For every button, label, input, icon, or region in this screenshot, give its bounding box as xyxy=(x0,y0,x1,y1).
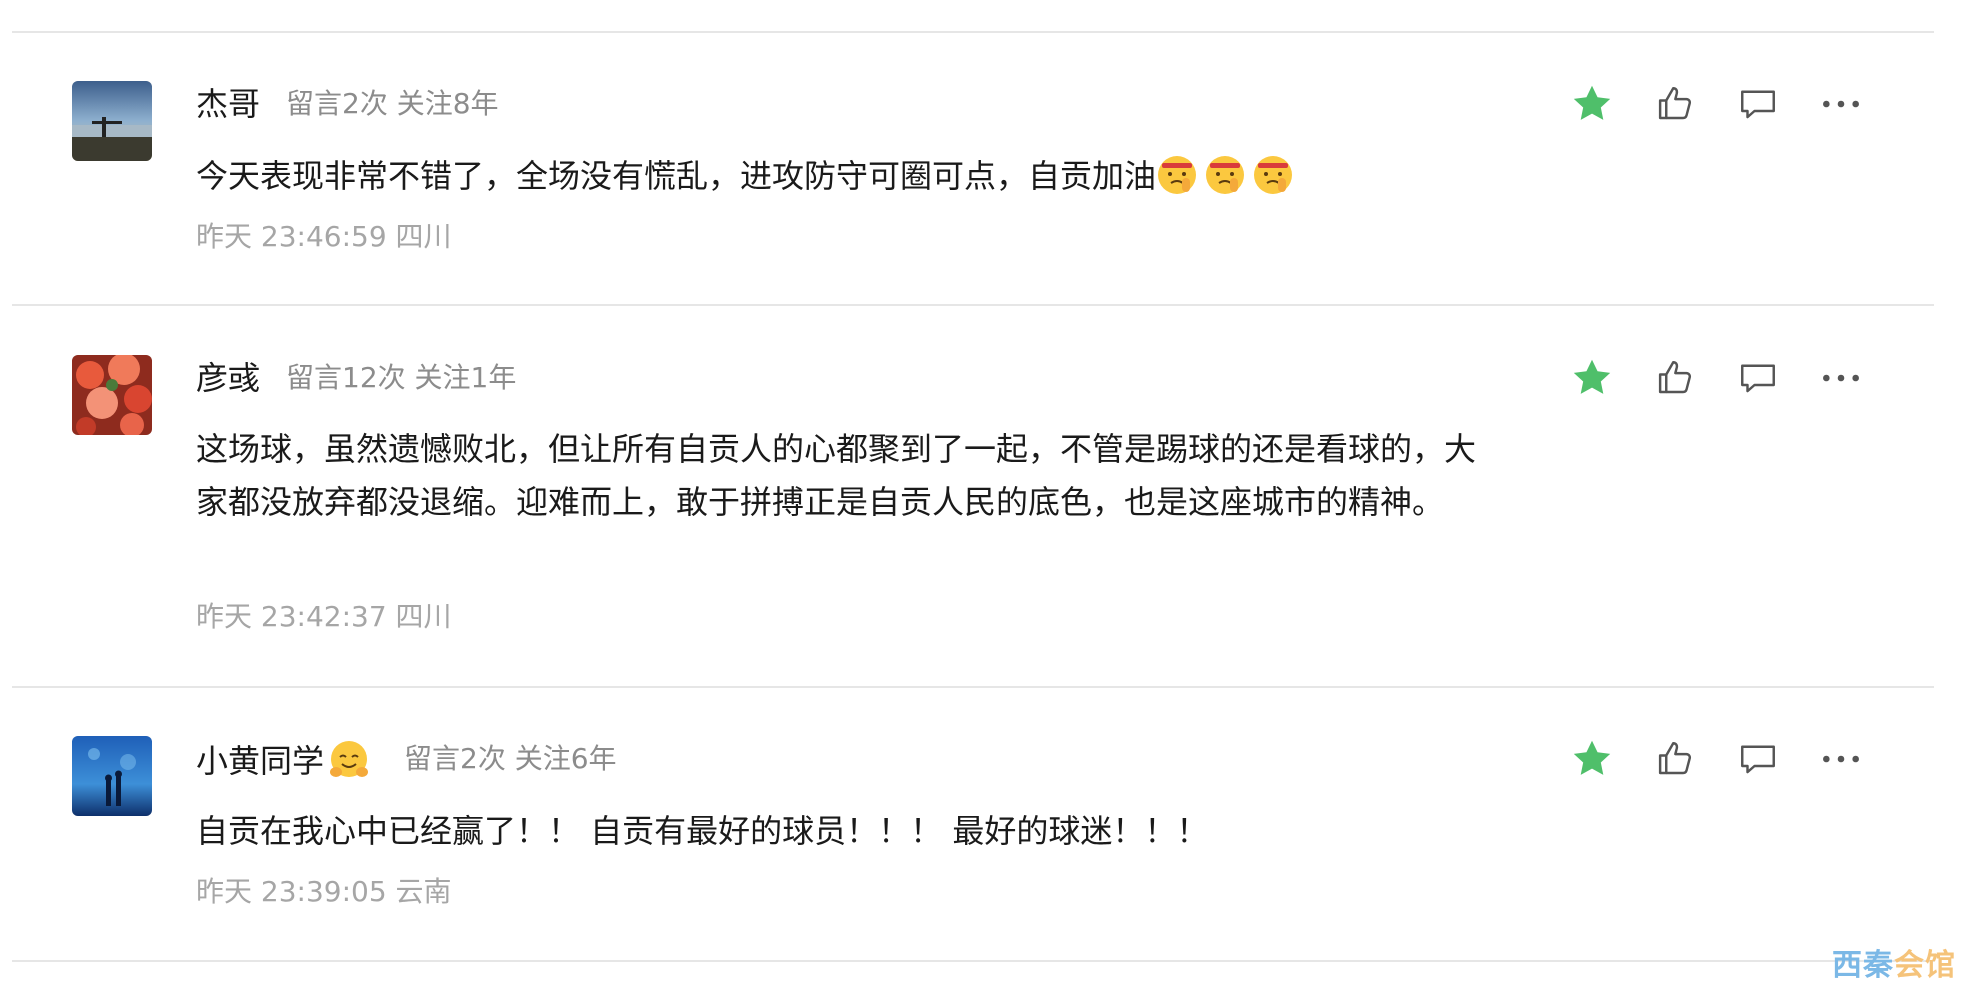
more-button[interactable] xyxy=(1817,80,1865,128)
emoji-group xyxy=(1156,156,1300,195)
divider-bottom xyxy=(12,960,1934,962)
star-button[interactable] xyxy=(1568,80,1616,128)
shushing-face-emoji xyxy=(1158,156,1197,194)
watermark-logo: 西秦会馆 xyxy=(1832,948,1956,983)
reply-button[interactable] xyxy=(1734,735,1782,783)
divider xyxy=(12,304,1934,306)
comment-actions xyxy=(0,354,1962,402)
more-icon xyxy=(1823,374,1859,382)
like-button[interactable] xyxy=(1651,80,1699,128)
divider-top xyxy=(12,31,1934,33)
thumbs-up-icon xyxy=(1658,742,1692,775)
comment-time: 昨天 23:39:05 云南 xyxy=(196,875,452,908)
comment-time: 昨天 23:46:59 四川 xyxy=(196,220,452,253)
comment-text: 自贡在我心中已经赢了！！ 自贡有最好的球员！！！ 最好的球迷！！！ xyxy=(196,812,1209,850)
star-icon xyxy=(1573,85,1611,120)
comment-icon xyxy=(1741,90,1775,119)
more-button[interactable] xyxy=(1817,354,1865,402)
comment-icon xyxy=(1741,364,1775,393)
reply-button[interactable] xyxy=(1734,354,1782,402)
like-button[interactable] xyxy=(1651,735,1699,783)
thumbs-up-icon xyxy=(1658,87,1692,120)
star-button[interactable] xyxy=(1568,735,1616,783)
comment-time: 昨天 23:42:37 四川 xyxy=(196,600,452,633)
more-button[interactable] xyxy=(1817,735,1865,783)
comment-actions xyxy=(0,80,1962,128)
comment-text: 今天表现非常不错了，全场没有慌乱，进攻防守可圈可点，自贡加油 xyxy=(196,150,1506,203)
comment-actions xyxy=(0,735,1962,783)
thumbs-up-icon xyxy=(1658,361,1692,394)
star-button[interactable] xyxy=(1568,354,1616,402)
like-button[interactable] xyxy=(1651,354,1699,402)
more-icon xyxy=(1823,100,1859,108)
shushing-face-emoji xyxy=(1254,156,1293,194)
divider xyxy=(12,686,1934,688)
comment-text-content: 今天表现非常不错了，全场没有慌乱，进攻防守可圈可点，自贡加油 xyxy=(196,157,1157,195)
reply-button[interactable] xyxy=(1734,80,1782,128)
shushing-face-emoji xyxy=(1206,156,1245,194)
star-icon xyxy=(1573,359,1611,394)
comment-icon xyxy=(1741,745,1775,774)
star-icon xyxy=(1573,740,1611,775)
more-icon xyxy=(1823,755,1859,763)
comment-text: 这场球，虽然遗憾败北，但让所有自贡人的心都聚到了一起，不管是踢球的还是看球的，大… xyxy=(196,430,1477,521)
